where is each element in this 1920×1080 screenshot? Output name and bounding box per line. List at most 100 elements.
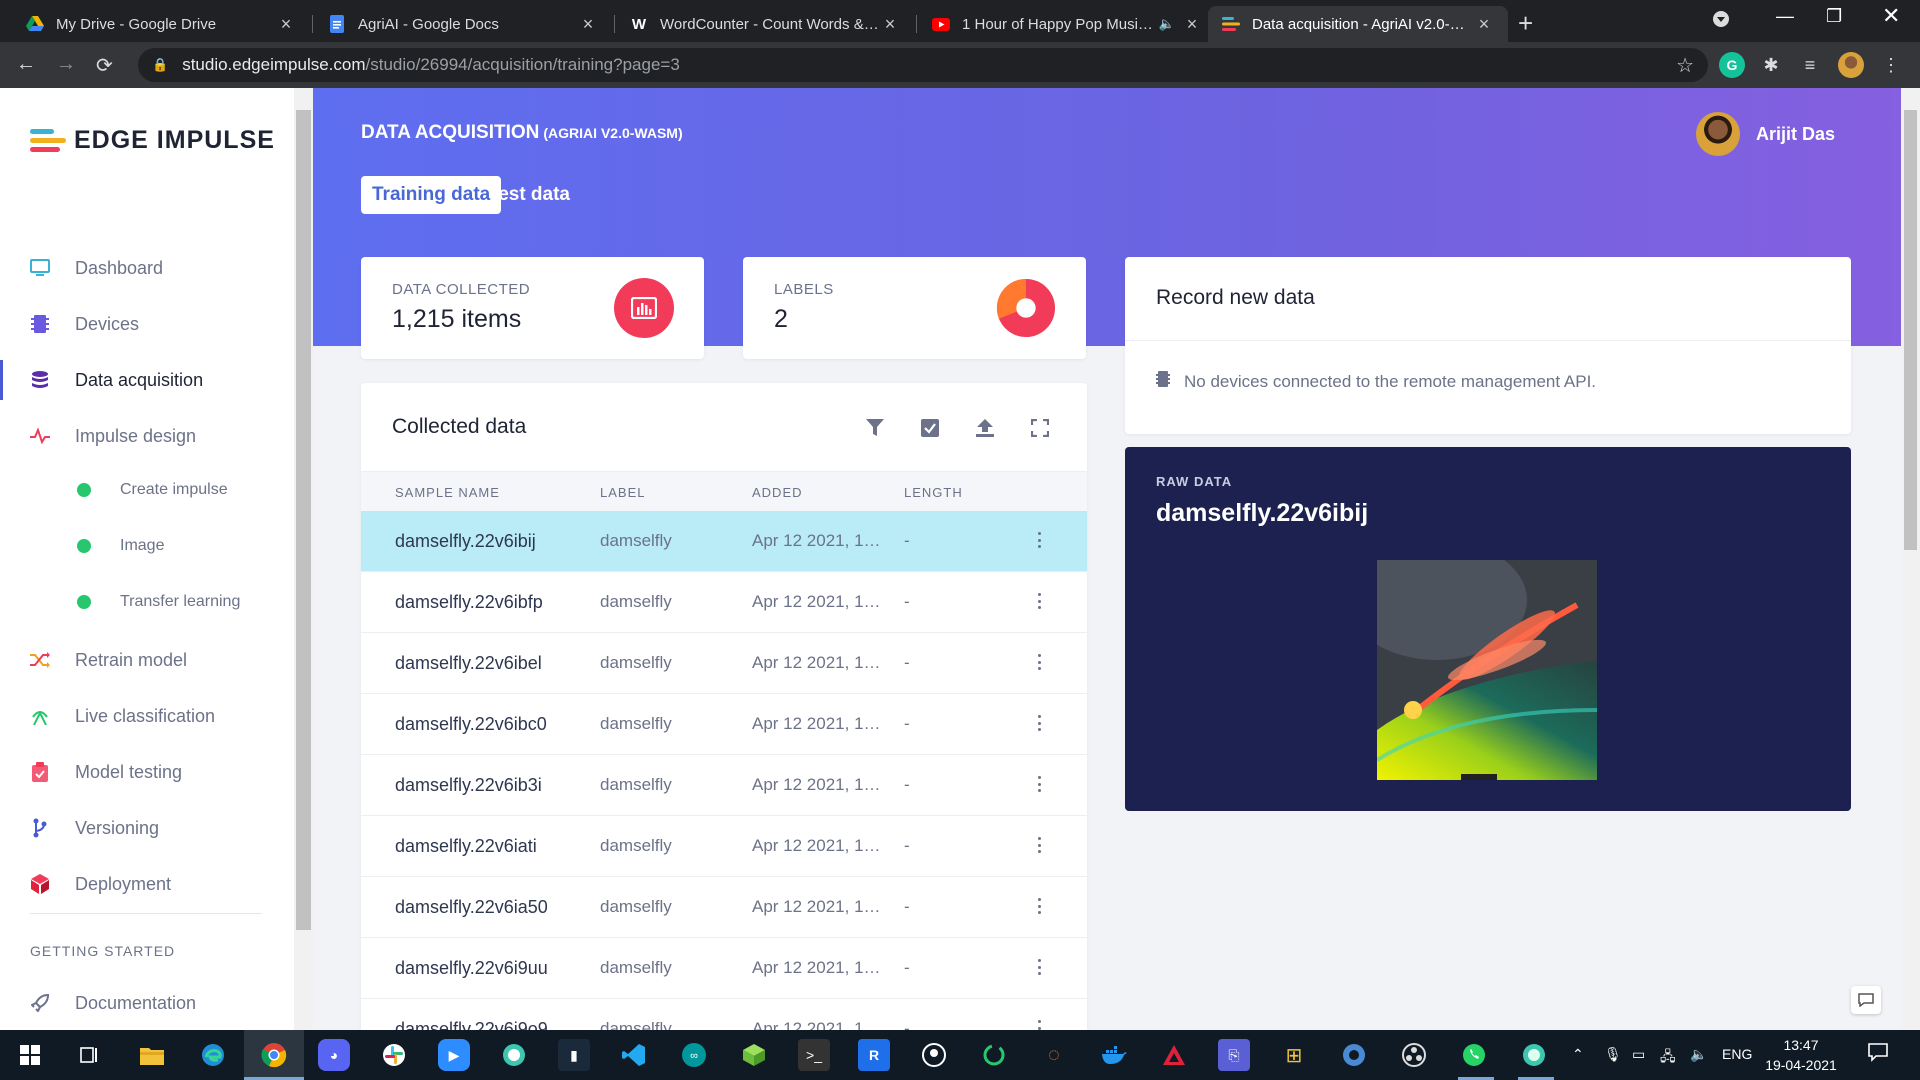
table-row[interactable]: damselfly.22v6ibij damselfly Apr 12 2021… bbox=[361, 511, 1087, 572]
circle-app-icon[interactable] bbox=[1518, 1039, 1550, 1071]
profile-avatar[interactable] bbox=[1838, 52, 1864, 78]
brand-logo[interactable]: EDGE IMPULSE bbox=[30, 126, 275, 155]
row-menu-icon[interactable] bbox=[1035, 1017, 1043, 1030]
row-menu-icon[interactable] bbox=[1035, 590, 1043, 612]
close-tab-icon[interactable]: × bbox=[578, 14, 598, 35]
maximize-icon[interactable]: ❐ bbox=[1826, 6, 1842, 27]
column-length[interactable]: LENGTH bbox=[904, 485, 963, 500]
network-icon[interactable]: 🖧 bbox=[1660, 1046, 1676, 1070]
table-row[interactable]: damselfly.22v6i9uu damselfly Apr 12 2021… bbox=[361, 938, 1087, 999]
battery-icon[interactable]: ▭ bbox=[1632, 1046, 1645, 1063]
vscode-icon[interactable] bbox=[618, 1039, 650, 1071]
task-view-icon[interactable] bbox=[74, 1039, 106, 1071]
row-menu-icon[interactable] bbox=[1035, 651, 1043, 673]
microphone-icon[interactable]: 🎙 bbox=[1604, 1046, 1622, 1063]
feedback-icon[interactable] bbox=[1851, 986, 1881, 1014]
tab-wordcounter[interactable]: W WordCounter - Count Words & Correct Wr… bbox=[616, 6, 914, 42]
discord-icon[interactable]: ◕ bbox=[318, 1039, 350, 1071]
close-tab-icon[interactable]: × bbox=[1182, 14, 1202, 35]
row-menu-icon[interactable] bbox=[1035, 773, 1043, 795]
language-indicator[interactable]: ENG bbox=[1722, 1046, 1752, 1062]
sample-name[interactable]: damselfly.22v6ibel bbox=[395, 653, 542, 674]
sample-name[interactable]: damselfly.22v6ibfp bbox=[395, 592, 543, 613]
table-row[interactable]: damselfly.22v6ia50 damselfly Apr 12 2021… bbox=[361, 877, 1087, 938]
app-icon[interactable] bbox=[498, 1039, 530, 1071]
sidebar-item-retrain-model[interactable]: Retrain model bbox=[0, 640, 294, 680]
tab-youtube[interactable]: 1 Hour of Happy Pop Music Mix 🔈 × bbox=[918, 6, 1216, 42]
sidebar-subitem-image[interactable]: Image bbox=[0, 528, 294, 564]
column-label[interactable]: LABEL bbox=[600, 485, 645, 500]
table-row[interactable]: damselfly.22v6ibc0 damselfly Apr 12 2021… bbox=[361, 694, 1087, 755]
select-checkbox-icon[interactable] bbox=[919, 417, 941, 439]
table-row[interactable]: damselfly.22v6ib3i damselfly Apr 12 2021… bbox=[361, 755, 1087, 816]
file-explorer-icon[interactable] bbox=[136, 1039, 168, 1071]
browser-menu-icon[interactable]: ⋮ bbox=[1878, 52, 1904, 78]
upload-icon[interactable] bbox=[974, 417, 996, 439]
new-tab-button[interactable]: + bbox=[1518, 8, 1533, 39]
sidebar-item-model-testing[interactable]: Model testing bbox=[0, 752, 294, 792]
sidebar-subitem-transfer-learning[interactable]: Transfer learning bbox=[0, 584, 294, 620]
tab-edge-impulse[interactable]: Data acquisition - AgriAI v2.0-WASM × bbox=[1208, 6, 1508, 42]
chrome-icon[interactable] bbox=[258, 1039, 290, 1071]
media-queue-icon[interactable]: ≡ bbox=[1797, 52, 1823, 78]
sidebar-scrollbar-thumb[interactable] bbox=[296, 110, 311, 930]
column-added[interactable]: ADDED bbox=[752, 485, 803, 500]
column-sample-name[interactable]: SAMPLE NAME bbox=[395, 485, 500, 500]
tab-search-icon[interactable] bbox=[1712, 10, 1730, 33]
expand-icon[interactable] bbox=[1029, 417, 1051, 439]
page-scrollbar-thumb[interactable] bbox=[1904, 110, 1917, 550]
edge-browser-icon[interactable] bbox=[197, 1039, 229, 1071]
sample-name[interactable]: damselfly.22v6iati bbox=[395, 836, 537, 857]
obs-icon[interactable] bbox=[1398, 1039, 1430, 1071]
row-menu-icon[interactable] bbox=[1035, 834, 1043, 856]
table-row[interactable]: damselfly.22v6iati damselfly Apr 12 2021… bbox=[361, 816, 1087, 877]
filter-icon[interactable] bbox=[864, 417, 886, 439]
tab-test-data[interactable]: Test data bbox=[477, 176, 581, 214]
row-menu-icon[interactable] bbox=[1035, 529, 1043, 551]
tray-overflow-icon[interactable]: ⌃ bbox=[1572, 1046, 1584, 1063]
back-icon[interactable]: ← bbox=[16, 53, 36, 76]
progress-ring-icon[interactable] bbox=[978, 1039, 1010, 1071]
tab-google-drive[interactable]: My Drive - Google Drive × bbox=[12, 6, 310, 42]
sample-name[interactable]: damselfly.22v6ibc0 bbox=[395, 714, 547, 735]
sidebar-item-data-acquisition[interactable]: Data acquisition bbox=[0, 360, 294, 400]
table-row[interactable]: damselfly.22v6ibel damselfly Apr 12 2021… bbox=[361, 633, 1087, 694]
notifications-icon[interactable] bbox=[1868, 1042, 1888, 1067]
close-tab-icon[interactable]: × bbox=[1474, 14, 1494, 35]
grammarly-icon[interactable]: G bbox=[1719, 52, 1745, 78]
arduino-icon[interactable]: ∞ bbox=[678, 1039, 710, 1071]
close-tab-icon[interactable]: × bbox=[276, 14, 296, 35]
sample-name[interactable]: damselfly.22v6ib3i bbox=[395, 775, 542, 796]
row-menu-icon[interactable] bbox=[1035, 712, 1043, 734]
reload-icon[interactable]: ⟳ bbox=[96, 53, 113, 78]
table-row[interactable]: damselfly.22v6ibfp damselfly Apr 12 2021… bbox=[361, 572, 1087, 633]
sidebar-item-live-classification[interactable]: Live classification bbox=[0, 696, 294, 736]
sidebar-subitem-create-impulse[interactable]: Create impulse bbox=[0, 472, 294, 508]
docker-icon[interactable] bbox=[1098, 1039, 1130, 1071]
sample-name[interactable]: damselfly.22v6ibij bbox=[395, 531, 536, 552]
aperture-icon[interactable] bbox=[1338, 1039, 1370, 1071]
arm-icon[interactable] bbox=[1158, 1039, 1190, 1071]
slack-icon[interactable] bbox=[378, 1039, 410, 1071]
network-tool-icon[interactable]: ⊞ bbox=[1278, 1039, 1310, 1071]
mobile-app-icon[interactable]: ▮ bbox=[558, 1039, 590, 1071]
whatsapp-icon[interactable] bbox=[1458, 1039, 1490, 1071]
close-tab-icon[interactable]: × bbox=[880, 14, 900, 35]
extensions-puzzle-icon[interactable]: ✱ bbox=[1758, 52, 1784, 78]
sample-name[interactable]: damselfly.22v6ia50 bbox=[395, 897, 548, 918]
row-menu-icon[interactable] bbox=[1035, 895, 1043, 917]
tab-google-docs[interactable]: AgriAI - Google Docs × bbox=[314, 6, 612, 42]
github-icon[interactable] bbox=[918, 1039, 950, 1071]
row-menu-icon[interactable] bbox=[1035, 956, 1043, 978]
terminal-icon[interactable]: >_ bbox=[798, 1039, 830, 1071]
zoom-icon[interactable]: ▶ bbox=[438, 1039, 470, 1071]
volume-icon[interactable]: 🔈 bbox=[1690, 1046, 1707, 1063]
table-row[interactable]: damselfly.22v6i9o9 damselfly Apr 12 2021… bbox=[361, 999, 1087, 1030]
sidebar-item-devices[interactable]: Devices bbox=[0, 304, 294, 344]
sidebar-item-versioning[interactable]: Versioning bbox=[0, 808, 294, 848]
taskbar-clock[interactable]: 13:47 19-04-2021 bbox=[1753, 1035, 1849, 1075]
sidebar-item-impulse-design[interactable]: Impulse design bbox=[0, 416, 294, 456]
jupyter-icon[interactable]: ◌ bbox=[1038, 1039, 1070, 1071]
sample-name[interactable]: damselfly.22v6i9uu bbox=[395, 958, 548, 979]
bookmark-star-icon[interactable]: ☆ bbox=[1676, 53, 1694, 78]
